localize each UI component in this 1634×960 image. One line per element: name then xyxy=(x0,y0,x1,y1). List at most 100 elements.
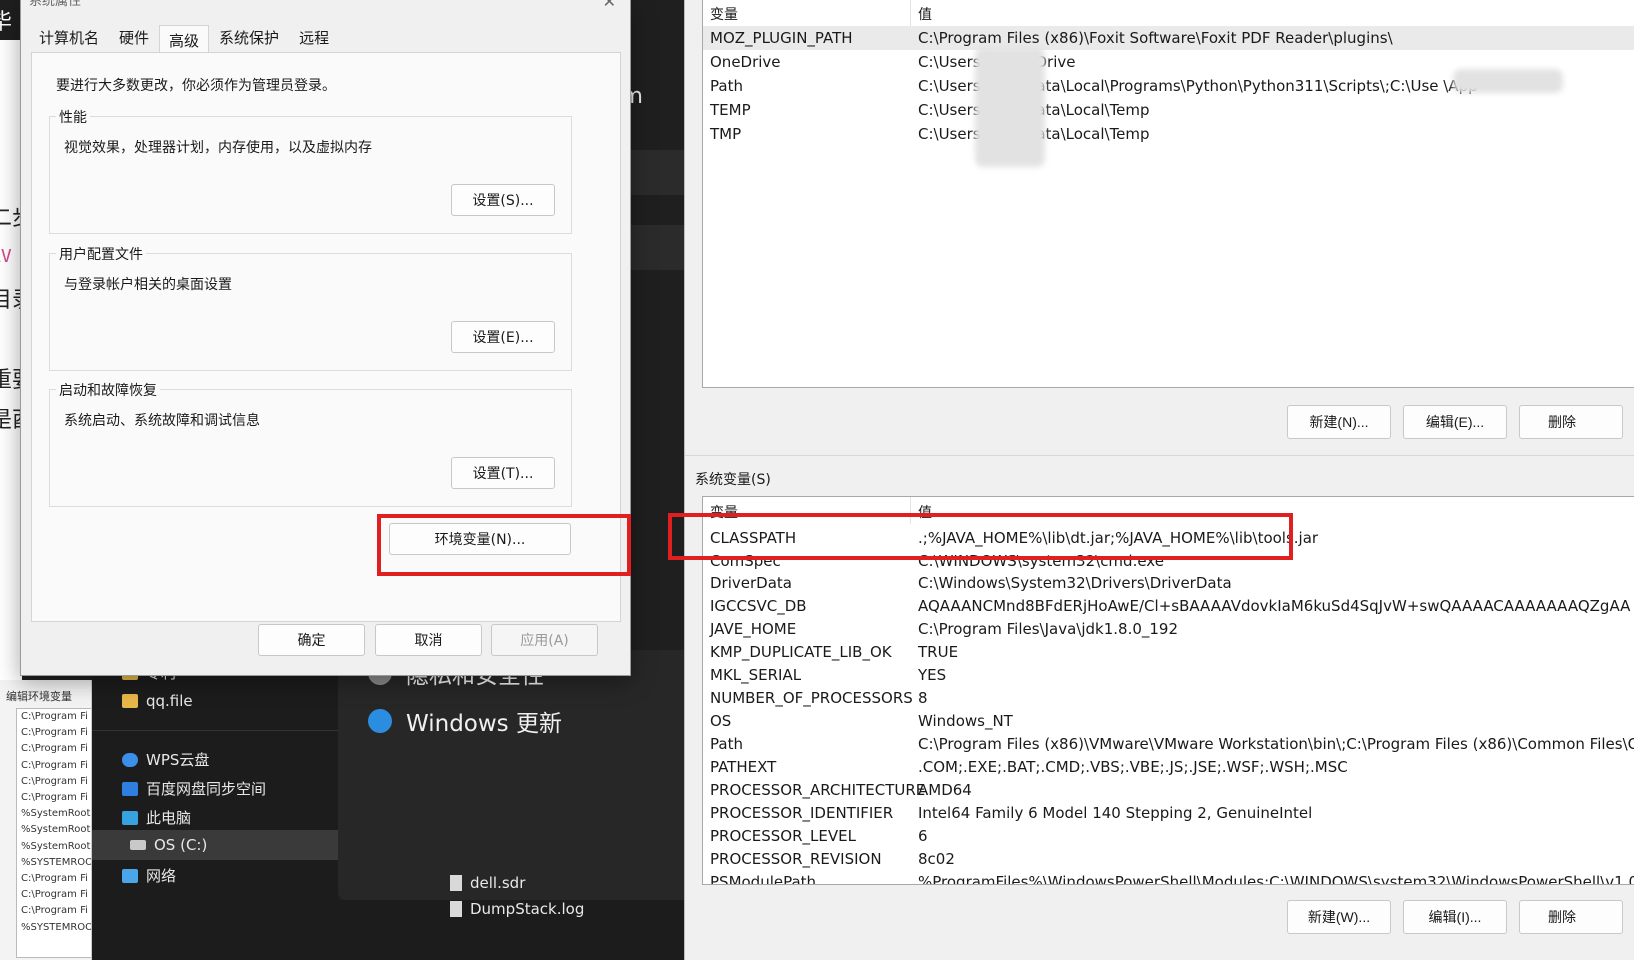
table-row[interactable]: MOZ_PLUGIN_PATH C:\Program Files (x86)\F… xyxy=(703,26,1634,50)
privacy-blur xyxy=(975,47,1045,167)
column-divider[interactable] xyxy=(910,0,911,26)
table-row[interactable]: JAVE_HOME C:\Program Files\Java\jdk1.8.0_… xyxy=(703,618,1634,641)
variable-name: OneDrive xyxy=(710,53,781,71)
system-variables-table[interactable]: 变量 值 CLASSPATH .;%JAVA_HOME%\lib\dt.jar;%… xyxy=(702,496,1634,885)
table-row[interactable]: NUMBER_OF_PROCESSORS 8 xyxy=(703,687,1634,710)
table-row[interactable]: Path C:\Program Files (x86)\VMware\VMware… xyxy=(703,733,1634,756)
table-row[interactable]: KMP_DUPLICATE_LIB_OK TRUE xyxy=(703,641,1634,664)
table-row[interactable]: ComSpec C:\WINDOWS\system32\cmd.exe xyxy=(703,550,1634,572)
table-row[interactable]: TEMP C:\Users\ \AppData\Local\Temp xyxy=(703,98,1634,122)
variable-name: JAVE_HOME xyxy=(710,620,797,638)
variable-name: PROCESSOR_ARCHITECTURE xyxy=(710,781,926,799)
list-item[interactable]: %SYSTEMROO xyxy=(17,855,91,871)
column-header-value[interactable]: 值 xyxy=(918,502,932,522)
table-row[interactable]: OS Windows_NT xyxy=(703,710,1634,733)
column-header-variable[interactable]: 变量 xyxy=(710,4,738,24)
list-item[interactable]: %SystemRoot xyxy=(17,806,91,822)
environment-variables-button[interactable]: 环境变量(N)... xyxy=(389,523,571,555)
variable-value: AQAAANCMnd8BFdERjHoAwE/Cl+sBAAAAVdovkIaM… xyxy=(918,597,1631,615)
variable-name: OS xyxy=(710,712,732,730)
user-variables-table[interactable]: 变量 值 MOZ_PLUGIN_PATH C:\Program Files (x… xyxy=(702,0,1634,388)
startup-recovery-settings-button[interactable]: 设置(T)... xyxy=(451,457,555,489)
file-icon xyxy=(450,875,462,891)
folder-icon xyxy=(122,694,138,708)
column-header-variable[interactable]: 变量 xyxy=(710,502,738,522)
table-row[interactable]: DriverData C:\Windows\System32\Drivers\Dr… xyxy=(703,572,1634,595)
user-profiles-settings-button[interactable]: 设置(E)... xyxy=(451,321,555,353)
list-item[interactable]: C:\Program Fi xyxy=(17,709,91,725)
explorer-item-network[interactable]: 网络 xyxy=(122,865,176,886)
system-edit-button[interactable]: 编辑(I)... xyxy=(1403,900,1507,934)
tab-computer-name[interactable]: 计算机名 xyxy=(29,22,109,52)
file-item[interactable]: DumpStack.log xyxy=(450,900,584,918)
explorer-item-qq-file[interactable]: qq.file xyxy=(122,692,193,710)
tab-advanced[interactable]: 高级 xyxy=(159,25,210,52)
table-row[interactable]: MKL_SERIAL YES xyxy=(703,664,1634,687)
variable-value: .COM;.EXE;.BAT;.CMD;.VBS;.VBE;.JS;.JSE;.… xyxy=(918,758,1348,776)
system-delete-button[interactable]: 删除 xyxy=(1519,900,1623,934)
user-delete-button[interactable]: 删除 xyxy=(1519,405,1623,439)
performance-settings-button[interactable]: 设置(S)... xyxy=(451,184,555,216)
list-item[interactable]: C:\Program Fi xyxy=(17,758,91,774)
section-divider xyxy=(685,455,1634,456)
user-new-button[interactable]: 新建(N)... xyxy=(1287,405,1391,439)
group-legend: 启动和故障恢复 xyxy=(56,380,160,400)
tab-system-protection[interactable]: 系统保护 xyxy=(209,22,289,52)
explorer-item-this-pc[interactable]: 此电脑 xyxy=(122,807,191,828)
explorer-item-os-drive[interactable]: OS (C:) xyxy=(92,830,338,860)
variable-name: KMP_DUPLICATE_LIB_OK xyxy=(710,643,892,661)
table-row[interactable]: PATHEXT .COM;.EXE;.BAT;.CMD;.VBS;.VBE;.JS… xyxy=(703,756,1634,779)
variable-name: TMP xyxy=(710,125,742,143)
table-row[interactable]: PROCESSOR_LEVEL 6 xyxy=(703,825,1634,848)
table-row[interactable]: TMP C:\Users\ \AppData\Local\Temp xyxy=(703,122,1634,146)
startup-recovery-group: 启动和故障恢复 系统启动、系统故障和调试信息 设置(T)... xyxy=(49,380,572,507)
table-row[interactable]: PROCESSOR_IDENTIFIER Intel64 Family 6 Mod… xyxy=(703,802,1634,825)
list-item[interactable]: %SYSTEMROO xyxy=(17,920,91,936)
dialog-titlebar[interactable]: 系统属性 ✕ xyxy=(21,0,630,22)
settings-item-label: Windows 更新 xyxy=(406,711,562,737)
list-item[interactable]: %SystemRoot xyxy=(17,839,91,855)
cancel-button[interactable]: 取消 xyxy=(375,624,482,656)
explorer-item-baidu-sync[interactable]: 百度网盘同步空间 xyxy=(122,778,266,799)
column-header-value[interactable]: 值 xyxy=(918,4,932,24)
settings-item-windows-update[interactable]: Windows 更新 xyxy=(368,704,562,738)
list-item[interactable]: C:\Program Fi xyxy=(17,741,91,757)
table-row[interactable]: IGCCSVC_DB AQAAANCMnd8BFdERjHoAwE/Cl+sBAA… xyxy=(703,595,1634,618)
table-row[interactable]: PROCESSOR_REVISION 8c02 xyxy=(703,848,1634,871)
background-text-fragment: 重要 xyxy=(0,368,22,393)
list-item[interactable]: C:\Program Fi xyxy=(17,774,91,790)
list-item[interactable]: C:\Program Fi xyxy=(17,790,91,806)
file-item[interactable]: dell.sdr xyxy=(450,874,525,892)
ok-button[interactable]: 确定 xyxy=(258,624,365,656)
list-item[interactable]: C:\Program Fi xyxy=(17,903,91,919)
column-divider[interactable] xyxy=(910,497,911,524)
explorer-item-wps-cloud[interactable]: WPS云盘 xyxy=(122,749,209,770)
system-new-button[interactable]: 新建(W)... xyxy=(1287,900,1391,934)
edit-env-list: C:\Program Fi C:\Program Fi C:\Program F… xyxy=(16,708,91,958)
tab-remote[interactable]: 远程 xyxy=(289,22,339,52)
variable-value: Windows_NT xyxy=(918,712,1013,730)
list-item[interactable]: C:\Program Fi xyxy=(17,725,91,741)
list-item[interactable]: C:\Program Fi xyxy=(17,871,91,887)
variable-name: NUMBER_OF_PROCESSORS xyxy=(710,689,913,707)
explorer-sidebar: 专利 qq.file WPS云盘 百度网盘同步空间 此电脑 OS (C:) 网络 xyxy=(92,664,338,960)
list-item[interactable]: %SystemRoot xyxy=(17,822,91,838)
variable-name: Path xyxy=(710,77,743,95)
user-edit-button[interactable]: 编辑(E)... xyxy=(1403,405,1507,439)
dialog-title: 系统属性 xyxy=(29,0,82,9)
system-variables-label: 系统变量(S) xyxy=(695,472,771,488)
list-item[interactable]: C:\Program Fi xyxy=(17,887,91,903)
tab-bar: 计算机名 硬件 高级 系统保护 远程 xyxy=(29,25,339,52)
variable-name: PSModulePath xyxy=(710,873,817,885)
tab-hardware[interactable]: 硬件 xyxy=(109,22,159,52)
background-text-fragment: 目录 xyxy=(0,288,22,313)
apply-button[interactable]: 应用(A) xyxy=(491,624,598,656)
table-row[interactable]: PROCESSOR_ARCHITECTURE AMD64 xyxy=(703,779,1634,802)
table-row[interactable]: PSModulePath %ProgramFiles%\WindowsPowerS… xyxy=(703,871,1634,885)
sync-folder-icon xyxy=(122,781,138,796)
table-row[interactable]: CLASSPATH .;%JAVA_HOME%\lib\dt.jar;%JAVA_… xyxy=(703,526,1634,550)
variable-value: %ProgramFiles%\WindowsPowerShell\Modules… xyxy=(918,873,1634,885)
variable-name: MOZ_PLUGIN_PATH xyxy=(710,29,853,47)
performance-group: 性能 视觉效果，处理器计划，内存使用，以及虚拟内存 设置(S)... xyxy=(49,107,572,234)
close-icon[interactable]: ✕ xyxy=(603,0,616,11)
